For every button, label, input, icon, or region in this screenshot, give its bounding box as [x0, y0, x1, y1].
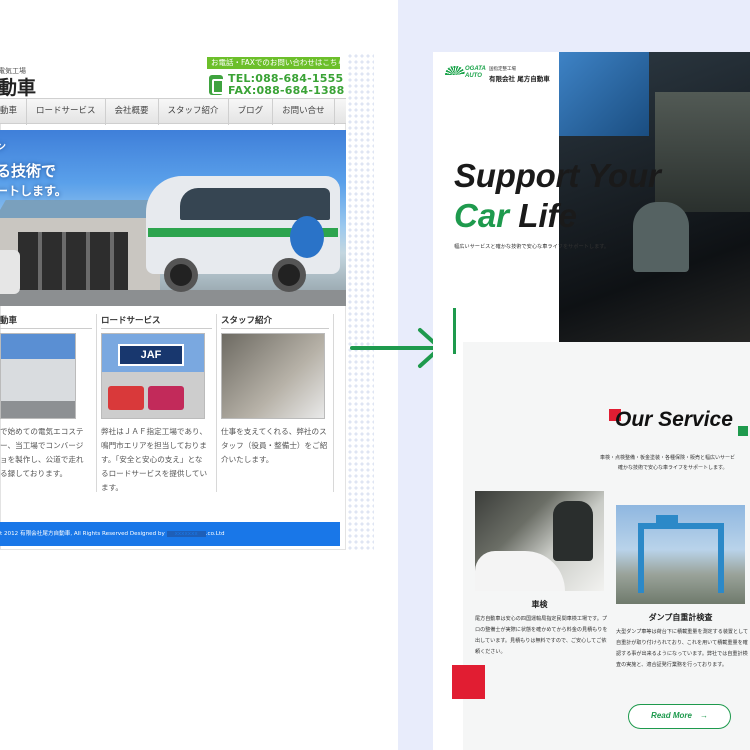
old-card-title: 動車: [0, 314, 92, 329]
old-hero-text: る技術で: [0, 162, 57, 180]
old-logo[interactable]: 動車: [0, 73, 36, 100]
logo-text: OGATA AUTO: [465, 66, 486, 79]
hero-description: 幅広いサービスと確かな技術で安心な車ライフをサポートします。: [454, 244, 610, 250]
service-card-title[interactable]: ダンプ自重計検査: [616, 612, 745, 623]
mechanic-image: [553, 501, 593, 561]
green-accent-square: [738, 426, 748, 436]
jaf-badge: JAF: [118, 344, 184, 366]
old-nav-item[interactable]: お問い合せ: [273, 99, 335, 125]
old-contact-title: お電話・FAXでのお問い合わせはこちら: [207, 57, 345, 69]
company-subtitle: 国指定整工場: [489, 67, 516, 72]
dotted-divider: [346, 52, 374, 550]
gate-sign: [656, 515, 678, 523]
old-header: 電気工場 動車 お電話・FAXでのお問い合わせはこちら TEL:088-684-…: [0, 52, 346, 100]
service-description: 車検・点検整備・板金塗装・各種保険・販売と幅広いサービ: [600, 455, 736, 461]
small-van: [0, 250, 20, 294]
hero-mechanic-photo: [559, 52, 750, 354]
old-card[interactable]: スタッフ紹介 仕事を支えてくれる、弊社のスタッフ（役員・整備士）をご紹介いたしま…: [217, 314, 334, 492]
old-card[interactable]: ロードサービス JAF 弊社はＪＡＦ指定工場であり、鳴門市エリアを担当しておりま…: [97, 314, 217, 492]
accent-line: [453, 308, 456, 354]
old-card-text: 仕事を支えてくれる、弊社のスタッフ（役員・整備士）をご紹介いたします。: [221, 427, 328, 464]
old-card-image: JAF: [101, 333, 205, 419]
old-footer-link[interactable]: xxxxxxx: [166, 531, 206, 537]
car-image: [475, 551, 565, 591]
truck-cab: [559, 52, 649, 136]
old-footer-text: t 2012 有限会社尾方自動車, All Rights Reserved De…: [0, 531, 165, 537]
engine-machinery: [655, 92, 750, 212]
service-description: 確かな技術で安心な車ライフをサポートします。: [618, 465, 728, 471]
old-card-image: [0, 333, 76, 419]
service-title: Our Service: [615, 408, 733, 431]
arrow-right-icon: [350, 328, 442, 368]
service-card-title[interactable]: 車検: [475, 599, 604, 610]
service-card-text: 大型ダンプ車等は荷台下に積載重量を測定する装置として自重計が取り付けられており、…: [616, 629, 749, 668]
old-nav: 動車 ロードサービス 会社概要 スタッフ紹介 ブログ お問い合せ: [0, 98, 346, 125]
old-contact-box: お電話・FAXでのお問い合わせはこちら TEL:088-684-1555 FAX…: [207, 57, 345, 97]
tow-truck: [108, 386, 144, 410]
read-more-label: Read More: [651, 711, 692, 720]
van-wheel: [164, 258, 198, 292]
red-accent-square: [452, 665, 485, 699]
old-card-text: 弊社はＪＡＦ指定工場であり、鳴門市エリアを担当しております。「安全と安心の支え」…: [101, 427, 208, 492]
old-fax: FAX:088-684-1388: [228, 84, 345, 97]
hero-heading-life: Life: [518, 197, 577, 234]
garage-building: [0, 218, 160, 298]
phone-icon: [209, 75, 224, 95]
old-footer: t 2012 有限会社尾方自動車, All Rights Reserved De…: [0, 522, 340, 546]
old-hero-banner: ン る技術で ートします。: [0, 130, 346, 306]
tow-truck: [148, 386, 184, 410]
hero-heading-line2: Car Life: [454, 197, 577, 235]
old-card-title: ロードサービス: [101, 314, 212, 329]
old-card-text: で始めての電気エコステー、当工場でコンバージョを製作し、公道で走れる録しておりま…: [0, 427, 84, 478]
read-more-button[interactable]: Read More →: [628, 704, 731, 729]
old-nav-item[interactable]: 会社概要: [106, 99, 159, 125]
old-website-screenshot: 電気工場 動車 お電話・FAXでのお問い合わせはこちら TEL:088-684-…: [0, 52, 346, 550]
mechanic: [633, 202, 689, 272]
logo-mark-icon: [445, 66, 465, 75]
old-hero-text: ートします。: [0, 184, 67, 198]
old-hero-text: ン: [0, 142, 6, 153]
old-nav-item[interactable]: ロードサービス: [27, 99, 106, 125]
company-name: 有限会社 尾方自動車: [489, 75, 550, 83]
logo[interactable]: OGATA AUTO: [445, 66, 486, 82]
old-cards: 動車 で始めての電気エコステー、当工場でコンバージョを製作し、公道で走れる録して…: [0, 314, 334, 546]
new-website-screenshot: OGATA AUTO 国指定整工場 有限会社 尾方自動車 Support You…: [433, 52, 750, 750]
hero-heading-car: Car: [454, 197, 510, 234]
old-nav-item[interactable]: 動車: [0, 99, 28, 125]
old-nav-item[interactable]: スタッフ紹介: [159, 99, 229, 125]
old-card-image: [221, 333, 325, 419]
old-nav-item[interactable]: ブログ: [229, 99, 274, 125]
van-wheel: [272, 258, 306, 292]
service-card-image[interactable]: [475, 491, 604, 591]
service-card-image[interactable]: [616, 505, 745, 604]
scale-gate-image: [638, 523, 724, 593]
old-footer-suffix: .co.Ltd: [205, 531, 225, 537]
hero-heading-line1: Support Your: [454, 157, 661, 194]
service-card-text: 尾方自動車は安心の四国運輸局指定民間車検工場です。プロの整備士が実際に状態を確か…: [475, 616, 608, 655]
arrow-right-icon: →: [699, 711, 708, 720]
old-card[interactable]: 動車 で始めての電気エコステー、当工場でコンバージョを製作し、公道で走れる録して…: [0, 314, 97, 492]
old-card-title: スタッフ紹介: [221, 314, 329, 329]
electric-van-image: [140, 158, 340, 296]
van-logo: [290, 216, 324, 258]
